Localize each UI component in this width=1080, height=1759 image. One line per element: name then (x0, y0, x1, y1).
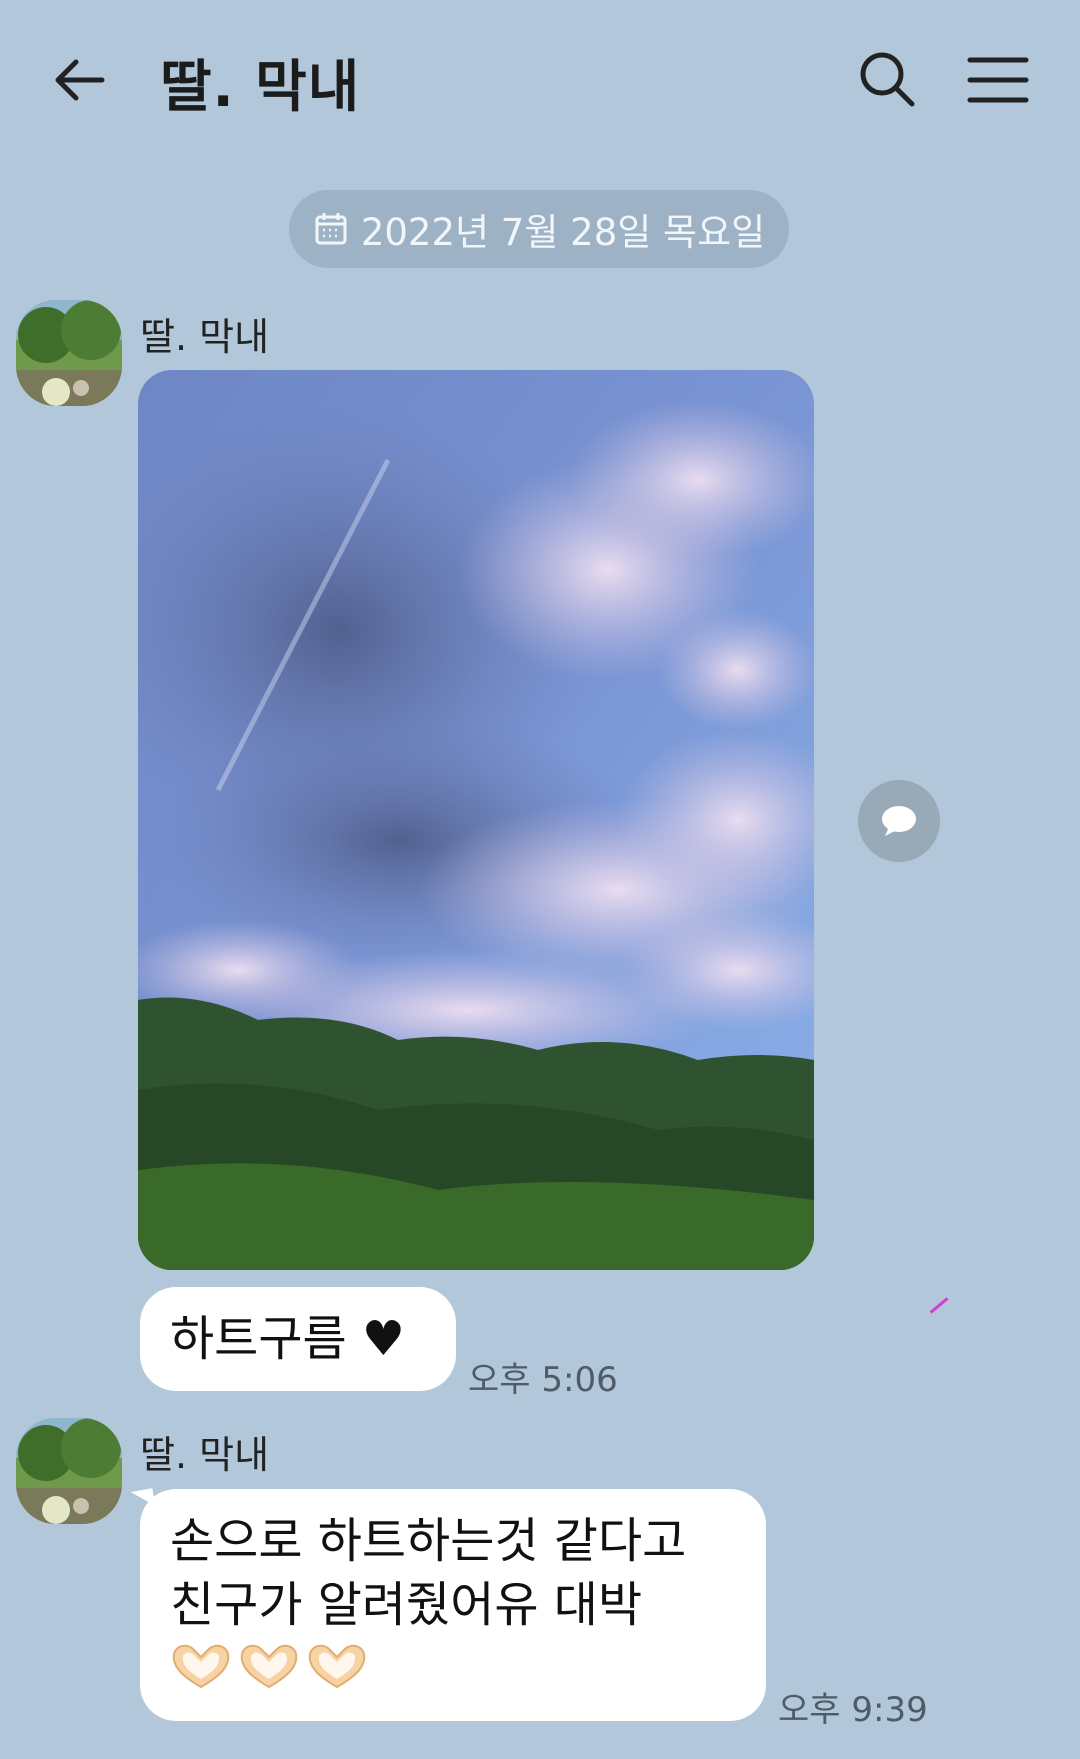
sky-clouds-photo[interactable] (138, 370, 814, 1270)
avatar[interactable] (16, 1418, 122, 1524)
message-line: 손으로 하트하는것 같다고 (170, 1513, 687, 1569)
date-text: 2022년 7월 28일 목요일 (360, 211, 766, 254)
heart-hands-icon (308, 1644, 366, 1689)
message-line: 친구가 알려줬어유 대박 (170, 1577, 643, 1633)
date-divider: 2022년 7월 28일 목요일 (289, 190, 789, 268)
calendar-icon (315, 213, 347, 245)
message-text: 하트구름 ♥ (170, 1311, 405, 1367)
menu-button[interactable] (966, 54, 1030, 106)
chat-title: 딸. 막내 (160, 55, 361, 120)
speech-bubble-icon (882, 806, 916, 836)
sender-name: 딸. 막내 (140, 315, 270, 359)
pink-mark (929, 1297, 949, 1314)
arrow-left-icon (55, 59, 105, 101)
search-icon (860, 52, 915, 107)
message-bubble[interactable]: 하트구름 ♥ (140, 1287, 456, 1391)
message-time: 오후 9:39 (778, 1690, 928, 1730)
chat-header: 딸. 막내 (0, 0, 1080, 160)
hamburger-menu-icon (967, 57, 1029, 103)
back-button[interactable] (48, 48, 112, 112)
message-time: 오후 5:06 (468, 1360, 618, 1400)
message-bubble[interactable]: 손으로 하트하는것 같다고 친구가 알려줬어유 대박 (140, 1489, 766, 1721)
avatar[interactable] (16, 300, 122, 406)
sender-name: 딸. 막내 (140, 1433, 270, 1477)
comment-button[interactable] (858, 780, 940, 862)
search-button[interactable] (858, 50, 918, 110)
heart-hands-icon (172, 1644, 230, 1689)
heart-hands-icon (240, 1644, 298, 1689)
heart-hands-emoji-row (170, 1641, 736, 1691)
